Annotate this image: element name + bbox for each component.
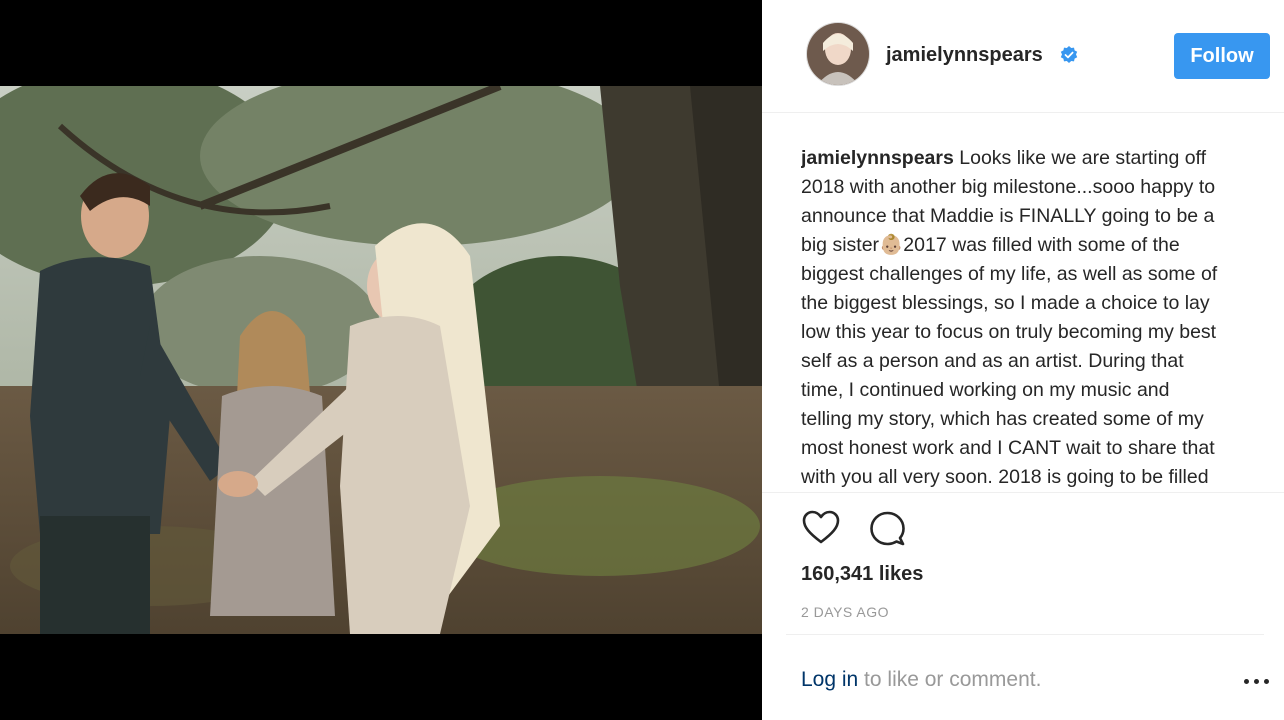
- post-media: [0, 0, 762, 720]
- caption-line: announce that Maddie is FINALLY going to…: [801, 205, 1215, 227]
- post-timestamp[interactable]: 2 DAYS AGO: [801, 604, 889, 620]
- caption-line: Looks like we are starting off: [953, 147, 1207, 169]
- post-username[interactable]: jamielynnspears: [886, 44, 1043, 67]
- post-actions: [801, 508, 1001, 548]
- divider: [786, 634, 1264, 635]
- caption-line: time, I continued working on my music an…: [801, 379, 1170, 401]
- login-link[interactable]: Log in: [801, 668, 858, 691]
- follow-button[interactable]: Follow: [1174, 33, 1270, 79]
- caption-line: low this year to focus on truly becoming…: [801, 321, 1217, 343]
- post-photo-image: [0, 86, 762, 634]
- post-photo[interactable]: [0, 86, 762, 634]
- avatar[interactable]: [806, 22, 870, 86]
- avatar-image: [807, 23, 869, 85]
- divider: [762, 492, 1284, 493]
- more-options-icon[interactable]: [1242, 672, 1272, 692]
- login-prompt-text: to like or comment.: [858, 668, 1042, 691]
- caption-line: self as a person and as an artist. Durin…: [801, 350, 1184, 372]
- caption-line: big sister👶🏼2017 was filled with some of…: [801, 234, 1180, 256]
- likes-count[interactable]: 160,341 likes: [801, 563, 923, 586]
- caption-line: the biggest blessings, so I made a choic…: [801, 292, 1210, 314]
- caption-line: 2018 with another big milestone...sooo h…: [801, 176, 1216, 198]
- verified-badge-icon: [1060, 46, 1078, 63]
- login-prompt: Log in to like or comment.: [801, 668, 1041, 692]
- caption-line: most honest work and I CANT wait to shar…: [801, 437, 1215, 459]
- heart-icon[interactable]: [801, 508, 841, 548]
- comment-bubble-icon[interactable]: [867, 508, 907, 548]
- post-panel: jamielynnspears Follow jamielynnspears L…: [762, 0, 1284, 720]
- post-header: jamielynnspears Follow: [762, 0, 1284, 113]
- post-caption: jamielynnspears Looks like we are starti…: [801, 144, 1263, 492]
- caption-username[interactable]: jamielynnspears: [801, 147, 954, 169]
- caption-line: with you all very soon. 2018 is going to…: [801, 466, 1209, 488]
- caption-line: biggest challenges of my life, as well a…: [801, 263, 1218, 285]
- caption-line: telling my story, which has created some…: [801, 408, 1204, 430]
